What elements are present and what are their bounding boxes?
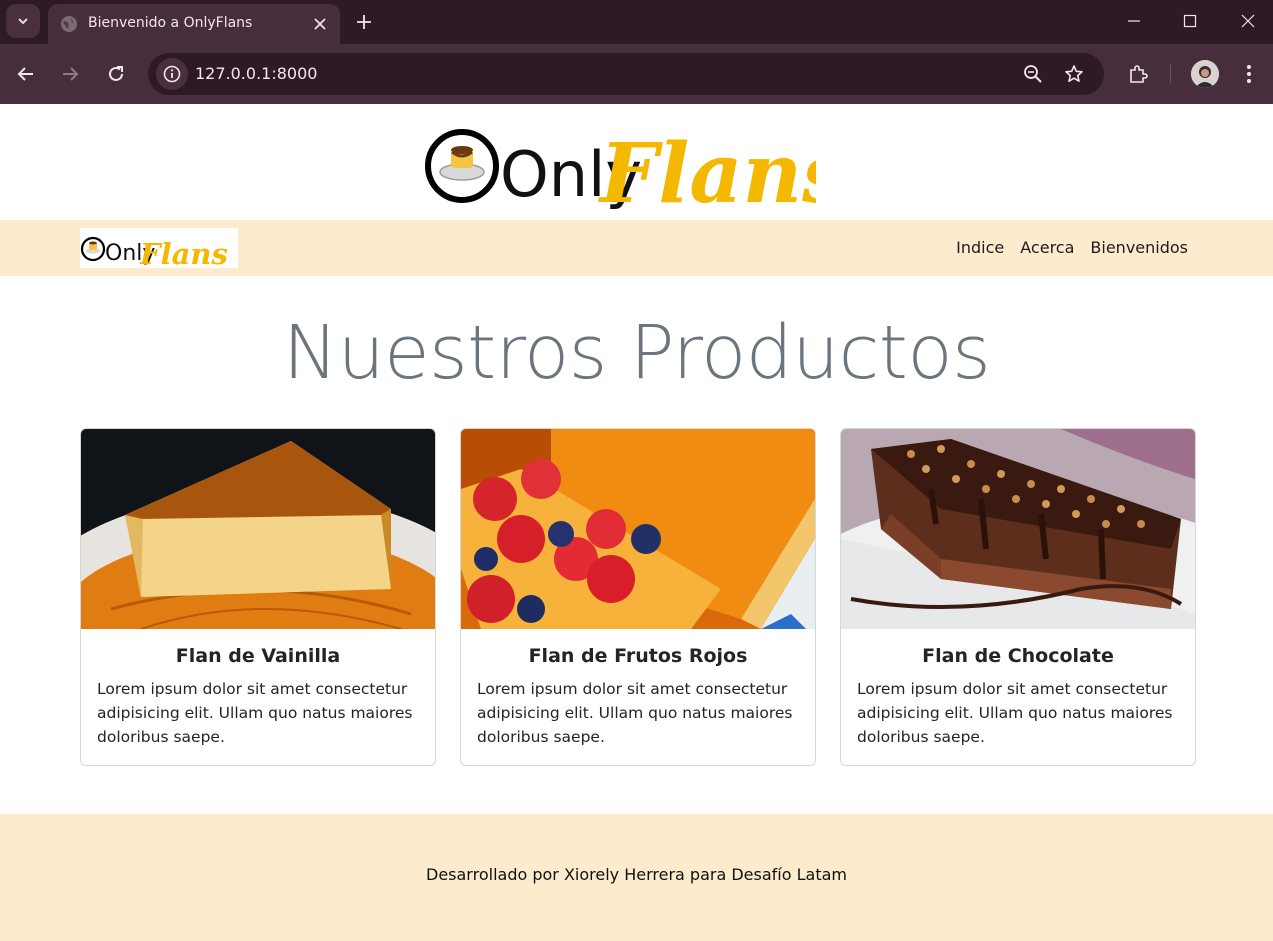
product-image-vainilla (81, 429, 435, 629)
card-title: Flan de Frutos Rojos (528, 645, 748, 667)
footer-credit: Desarrollado por Xiorely Herrera para De… (426, 865, 847, 884)
navbar-logo[interactable]: Only Flans (80, 228, 238, 268)
chevron-down-icon (18, 18, 28, 25)
reload-button[interactable] (101, 59, 131, 89)
maximize-icon (1183, 14, 1197, 28)
hero-logo-text-flans: Flans (598, 126, 816, 214)
browser-menu-button[interactable] (1234, 59, 1264, 89)
minimize-icon (1128, 20, 1140, 22)
close-window-button[interactable] (1233, 8, 1263, 34)
card-text: Lorem ipsum dolor sit amet consectetur a… (97, 680, 413, 746)
globe-icon (61, 16, 77, 32)
star-icon (1065, 65, 1083, 82)
zoom-button[interactable] (1022, 63, 1044, 85)
address-bar[interactable]: 127.0.0.1:8000 (148, 53, 1104, 95)
browser-toolbar: 127.0.0.1:8000 (0, 44, 1273, 104)
site-footer: Desarrollado por Xiorely Herrera para De… (0, 814, 1273, 941)
more-vert-icon (1247, 65, 1251, 83)
tab-title: Bienvenido a OnlyFlans (88, 15, 253, 31)
puzzle-icon (1130, 65, 1148, 83)
nav-link-acerca[interactable]: Acerca (1020, 238, 1074, 257)
avatar-icon (1191, 60, 1219, 88)
extensions-button[interactable] (1123, 59, 1153, 89)
product-card-vainilla: Flan de Vainilla Lorem ipsum dolor sit a… (80, 428, 436, 766)
card-title: Flan de Vainilla (175, 645, 341, 667)
minimize-button[interactable] (1119, 8, 1149, 34)
profile-avatar[interactable] (1191, 60, 1219, 88)
arrow-left-icon (17, 67, 33, 81)
tab-search-button[interactable] (6, 4, 40, 38)
reload-icon (109, 66, 123, 81)
browser-tab-bar: Bienvenido a OnlyFlans (0, 0, 1273, 44)
navbar-logo-text-flans: Flans (139, 237, 228, 268)
nav-link-indice[interactable]: Indice (956, 238, 1004, 257)
zoom-out-icon (1024, 65, 1042, 83)
back-button[interactable] (11, 59, 41, 89)
info-icon (163, 65, 181, 83)
new-tab-button[interactable] (352, 10, 376, 34)
tab-close-button[interactable] (310, 14, 330, 34)
product-image-frutos-rojos (461, 429, 815, 629)
card-text: Lorem ipsum dolor sit amet consectetur a… (477, 680, 793, 746)
product-image-chocolate (841, 429, 1195, 629)
arrow-right-icon (63, 67, 79, 81)
card-text: Lorem ipsum dolor sit amet consectetur a… (857, 680, 1173, 746)
plus-icon (357, 15, 371, 29)
close-icon (1241, 14, 1255, 28)
site-navbar: Only Flans Indice Acerca Bienvenidos (0, 220, 1273, 276)
toolbar-divider (1170, 64, 1171, 84)
bookmark-button[interactable] (1063, 63, 1085, 85)
nav-links: Indice Acerca Bienvenidos (956, 238, 1188, 257)
url-text[interactable]: 127.0.0.1:8000 (195, 64, 317, 83)
site-info-button[interactable] (156, 58, 188, 90)
forward-button[interactable] (55, 59, 85, 89)
page-content: Only Flans Only Flans Indice Acerca Bien… (0, 104, 1273, 941)
close-icon (314, 18, 326, 30)
page-heading: Nuestros Productos (282, 310, 991, 396)
product-card-chocolate: Flan de Chocolate Lorem ipsum dolor sit … (840, 428, 1196, 766)
card-title: Flan de Chocolate (922, 645, 1114, 667)
maximize-button[interactable] (1175, 8, 1205, 34)
hero-logo: Only Flans (425, 126, 816, 214)
product-card-frutos-rojos: Flan de Frutos Rojos Lorem ipsum dolor s… (460, 428, 816, 766)
nav-link-bienvenidos[interactable]: Bienvenidos (1090, 238, 1188, 257)
browser-tab[interactable]: Bienvenido a OnlyFlans (48, 4, 340, 44)
